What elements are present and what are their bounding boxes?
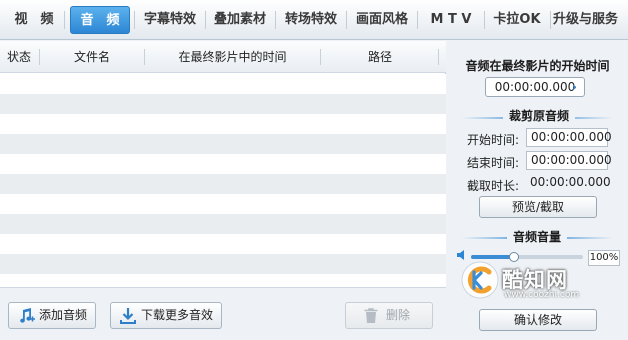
preview-crop-button[interactable]: 预览/截取: [479, 196, 597, 218]
tab-divider: [417, 11, 418, 29]
tab-divider: [484, 11, 485, 29]
brand-logo-icon: [461, 261, 499, 299]
delete-label: 删除: [386, 308, 411, 322]
chevron-right-icon[interactable]: ›: [572, 78, 584, 96]
start-time-value: 00:00:00.000: [494, 80, 576, 94]
tab-audio[interactable]: 音 频: [70, 6, 130, 34]
crop-duration-label: 截取时长:: [467, 179, 520, 193]
crop-start-label: 开始时间:: [467, 133, 520, 147]
list-row: [0, 234, 446, 254]
delete-button[interactable]: 删除: [345, 302, 433, 329]
list-row: [0, 134, 446, 154]
crop-audio-title: 裁剪原音频: [503, 107, 576, 124]
tab-overlay-materials[interactable]: 叠加素材: [208, 6, 272, 34]
watermark-url: www.coozhi.com: [504, 290, 580, 300]
tab-karaoke[interactable]: 卡拉OK: [487, 6, 547, 34]
crop-start-input[interactable]: 00:00:00.000: [526, 128, 612, 147]
audio-file-list: 状态 文件名 在最终影片中的时间 路径 添加音频 下载更多音效 删除: [0, 41, 446, 340]
list-header: 状态 文件名 在最终影片中的时间 路径: [0, 41, 446, 73]
column-path[interactable]: 路径: [321, 41, 439, 73]
volume-title: 音频音量: [507, 228, 568, 245]
download-icon: [120, 308, 136, 324]
column-filename[interactable]: 文件名: [40, 41, 144, 73]
download-more-sounds-button[interactable]: 下载更多音效: [110, 302, 223, 329]
tab-upgrade-service[interactable]: 升级与服务: [553, 6, 628, 34]
music-note-icon: [20, 308, 35, 323]
list-row: [0, 154, 446, 174]
tab-mtv[interactable]: M T V: [420, 6, 482, 34]
column-time-in-movie[interactable]: 在最终影片中的时间: [145, 41, 320, 73]
tab-divider: [275, 11, 276, 29]
list-row: [0, 174, 446, 194]
download-more-label: 下载更多音效: [141, 308, 214, 322]
start-time-field[interactable]: 00:00:00.000: [485, 77, 585, 97]
crop-duration-value: 00:00:00.000: [530, 175, 611, 189]
crop-end-label: 结束时间:: [467, 156, 520, 170]
list-row: [0, 194, 446, 214]
list-row: [0, 254, 446, 274]
confirm-changes-button[interactable]: 确认修改: [479, 309, 597, 331]
list-row: [0, 214, 446, 234]
tab-subtitle-effects[interactable]: 字幕特效: [138, 6, 202, 34]
add-audio-label: 添加音频: [39, 308, 88, 322]
column-status[interactable]: 状态: [0, 41, 38, 73]
column-divider: [438, 49, 439, 65]
list-row: [0, 114, 446, 134]
tab-divider: [550, 11, 551, 29]
tab-picture-style[interactable]: 画面风格: [349, 6, 415, 34]
tab-divider: [346, 11, 347, 29]
tab-bar: 视 频 音 频 字幕特效 叠加素材 转场特效 画面风格 M T V 卡拉OK 升…: [0, 0, 628, 40]
tab-divider: [205, 11, 206, 29]
crop-end-input[interactable]: 00:00:00.000: [526, 151, 612, 170]
watermark: 酷知网 www.coozhi.com: [458, 256, 608, 306]
list-row: [0, 74, 446, 94]
tab-divider: [64, 11, 65, 29]
tab-divider: [134, 11, 135, 29]
list-row: [0, 94, 446, 114]
tab-video[interactable]: 视 频: [6, 6, 62, 34]
trash-icon: [364, 308, 378, 323]
add-audio-button[interactable]: 添加音频: [8, 302, 97, 329]
start-time-title: 音频在最终影片的开始时间: [465, 59, 610, 73]
tab-transition-effects[interactable]: 转场特效: [278, 6, 344, 34]
list-toolbar: 添加音频 下载更多音效 删除: [0, 287, 446, 340]
